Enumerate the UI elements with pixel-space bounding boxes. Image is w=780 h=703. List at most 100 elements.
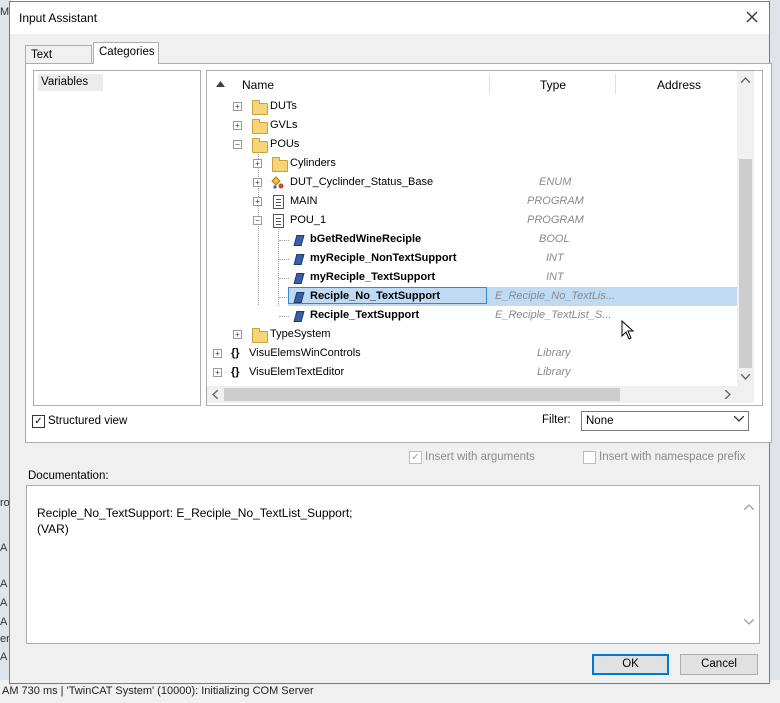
tree-row-type: Library xyxy=(537,366,571,378)
tree-row[interactable]: + {} VisuElemTextEditor Library xyxy=(207,363,737,382)
tree-row-selected[interactable]: Reciple_No_TextSupport E_Reciple_No_Text… xyxy=(207,287,737,306)
mouse-cursor-icon xyxy=(621,320,635,340)
tree-row-name: VisuElemTextEditor xyxy=(249,366,345,378)
expand-icon[interactable]: + xyxy=(233,102,242,111)
scroll-up-icon[interactable] xyxy=(744,504,754,510)
tree-row[interactable]: + {} VisuElemsWinControls Library xyxy=(207,344,737,363)
tree-row-name: GVLs xyxy=(270,119,298,131)
ok-button[interactable]: OK xyxy=(592,654,669,675)
filter-dropdown[interactable]: None xyxy=(581,411,749,431)
tree-row[interactable]: + TypeSystem xyxy=(207,325,737,344)
column-divider[interactable] xyxy=(489,74,490,94)
cancel-button[interactable]: Cancel xyxy=(680,654,758,675)
tree-row[interactable]: Reciple_TextSupport E_Reciple_TextList_S… xyxy=(207,306,737,325)
documentation-line: (VAR) xyxy=(37,522,69,536)
insert-with-arguments-checkbox[interactable]: ✓ xyxy=(409,451,422,464)
tree-row-name: DUT_Cyclinder_Status_Base xyxy=(290,176,434,188)
insert-with-namespace-prefix-label: Insert with namespace prefix xyxy=(599,451,746,463)
tree-row[interactable]: + GVLs xyxy=(207,116,737,135)
variable-tree[interactable]: Name Type Address + DUTs + GVLs − POUs +… xyxy=(206,70,763,406)
variable-icon xyxy=(293,273,305,284)
scroll-left-icon[interactable] xyxy=(212,390,218,399)
folder-icon xyxy=(252,138,268,153)
tree-row-name: VisuElemsWinControls xyxy=(249,347,361,359)
tree-row-type: ENUM xyxy=(539,176,572,188)
chevron-down-icon xyxy=(733,414,745,425)
sort-ascending-icon[interactable] xyxy=(216,81,225,87)
tree-row[interactable]: bGetRedWineReciple BOOL xyxy=(207,230,737,249)
program-icon xyxy=(273,195,284,209)
title-bar: Input Assistant xyxy=(10,2,769,34)
variable-icon xyxy=(293,235,305,246)
scroll-down-icon[interactable] xyxy=(744,619,754,625)
expand-icon[interactable]: + xyxy=(233,121,242,130)
status-text: AM 730 ms | 'TwinCAT System' (10000): In… xyxy=(2,685,314,697)
tree-row-name: Reciple_TextSupport xyxy=(310,309,420,321)
tree-row-type: Library xyxy=(537,347,571,359)
dialog-title: Input Assistant xyxy=(19,11,98,25)
vertical-scroll-thumb[interactable] xyxy=(739,159,752,368)
bg-text-fragment: A xyxy=(0,542,8,554)
expand-icon[interactable]: + xyxy=(253,159,262,168)
folder-icon xyxy=(252,100,268,115)
folder-icon xyxy=(252,119,268,134)
scroll-down-icon[interactable] xyxy=(741,374,750,380)
library-icon: {} xyxy=(231,366,240,378)
tree-row-name: bGetRedWineReciple xyxy=(310,233,422,245)
expand-icon[interactable]: + xyxy=(213,368,222,377)
structured-view-checkbox[interactable]: ✓ xyxy=(32,415,45,428)
filter-value: None xyxy=(586,415,614,427)
tree-row-name: myReciple_TextSupport xyxy=(310,271,436,283)
tree-row-name: Cylinders xyxy=(290,157,336,169)
tab-categories[interactable]: Categories xyxy=(93,42,159,64)
tree-row-name: MAIN xyxy=(290,195,318,207)
expand-icon[interactable]: + xyxy=(233,330,242,339)
tree-row[interactable]: + MAIN PROGRAM xyxy=(207,192,737,211)
horizontal-scroll-thumb[interactable] xyxy=(224,388,620,401)
documentation-box[interactable]: Reciple_No_TextSupport: E_Reciple_No_Tex… xyxy=(26,485,760,644)
collapse-icon[interactable]: − xyxy=(233,140,242,149)
close-button[interactable] xyxy=(739,6,765,28)
tree-row[interactable]: myReciple_NonTextSupport INT xyxy=(207,249,737,268)
tree-header: Name Type Address xyxy=(207,71,737,97)
insert-with-namespace-prefix-checkbox[interactable] xyxy=(583,451,596,464)
library-icon: {} xyxy=(231,347,240,359)
filter-label: Filter: xyxy=(542,414,571,426)
tree-row-type: INT xyxy=(546,271,564,283)
tree-row-name: POUs xyxy=(270,138,300,150)
program-icon xyxy=(273,214,284,228)
tree-row[interactable]: − POU_1 PROGRAM xyxy=(207,211,737,230)
bg-text-fragment: A xyxy=(0,578,8,590)
tree-row[interactable]: myReciple_TextSupport INT xyxy=(207,268,737,287)
variable-icon xyxy=(293,254,305,265)
enum-type-icon xyxy=(271,176,284,189)
close-icon xyxy=(746,11,758,23)
bg-text-fragment: A xyxy=(0,597,8,609)
tree-row-name: Reciple_No_TextSupport xyxy=(310,290,440,302)
tree-row[interactable]: − POUs xyxy=(207,135,737,154)
collapse-icon[interactable]: − xyxy=(253,216,262,225)
column-divider[interactable] xyxy=(615,74,616,94)
tree-row[interactable]: + DUT_Cyclinder_Status_Base ENUM xyxy=(207,173,737,192)
tab-text-search[interactable]: Text search xyxy=(25,45,92,80)
tree-row[interactable]: + DUTs xyxy=(207,97,737,116)
column-header-name[interactable]: Name xyxy=(242,78,274,92)
tree-row-type: E_Reciple_No_TextLis... xyxy=(495,290,616,302)
expand-icon[interactable]: + xyxy=(213,349,222,358)
expand-icon[interactable]: + xyxy=(253,197,262,206)
column-header-type[interactable]: Type xyxy=(540,78,566,92)
tree-row-name: TypeSystem xyxy=(270,328,331,340)
scroll-right-icon[interactable] xyxy=(725,390,731,399)
structured-view-label: Structured view xyxy=(48,415,128,427)
expand-icon[interactable]: + xyxy=(253,178,262,187)
tree-row-name: POU_1 xyxy=(290,214,327,226)
tree-row[interactable]: + Cylinders xyxy=(207,154,737,173)
column-header-address[interactable]: Address xyxy=(657,78,701,92)
folder-icon xyxy=(252,328,268,343)
scroll-up-icon[interactable] xyxy=(741,77,750,83)
tree-row-type: BOOL xyxy=(539,233,570,245)
category-item-variables[interactable]: Variables xyxy=(38,74,103,91)
bg-text-fragment: A xyxy=(0,651,8,663)
tree-row-type: PROGRAM xyxy=(527,195,584,207)
category-list[interactable]: Variables xyxy=(33,70,201,406)
